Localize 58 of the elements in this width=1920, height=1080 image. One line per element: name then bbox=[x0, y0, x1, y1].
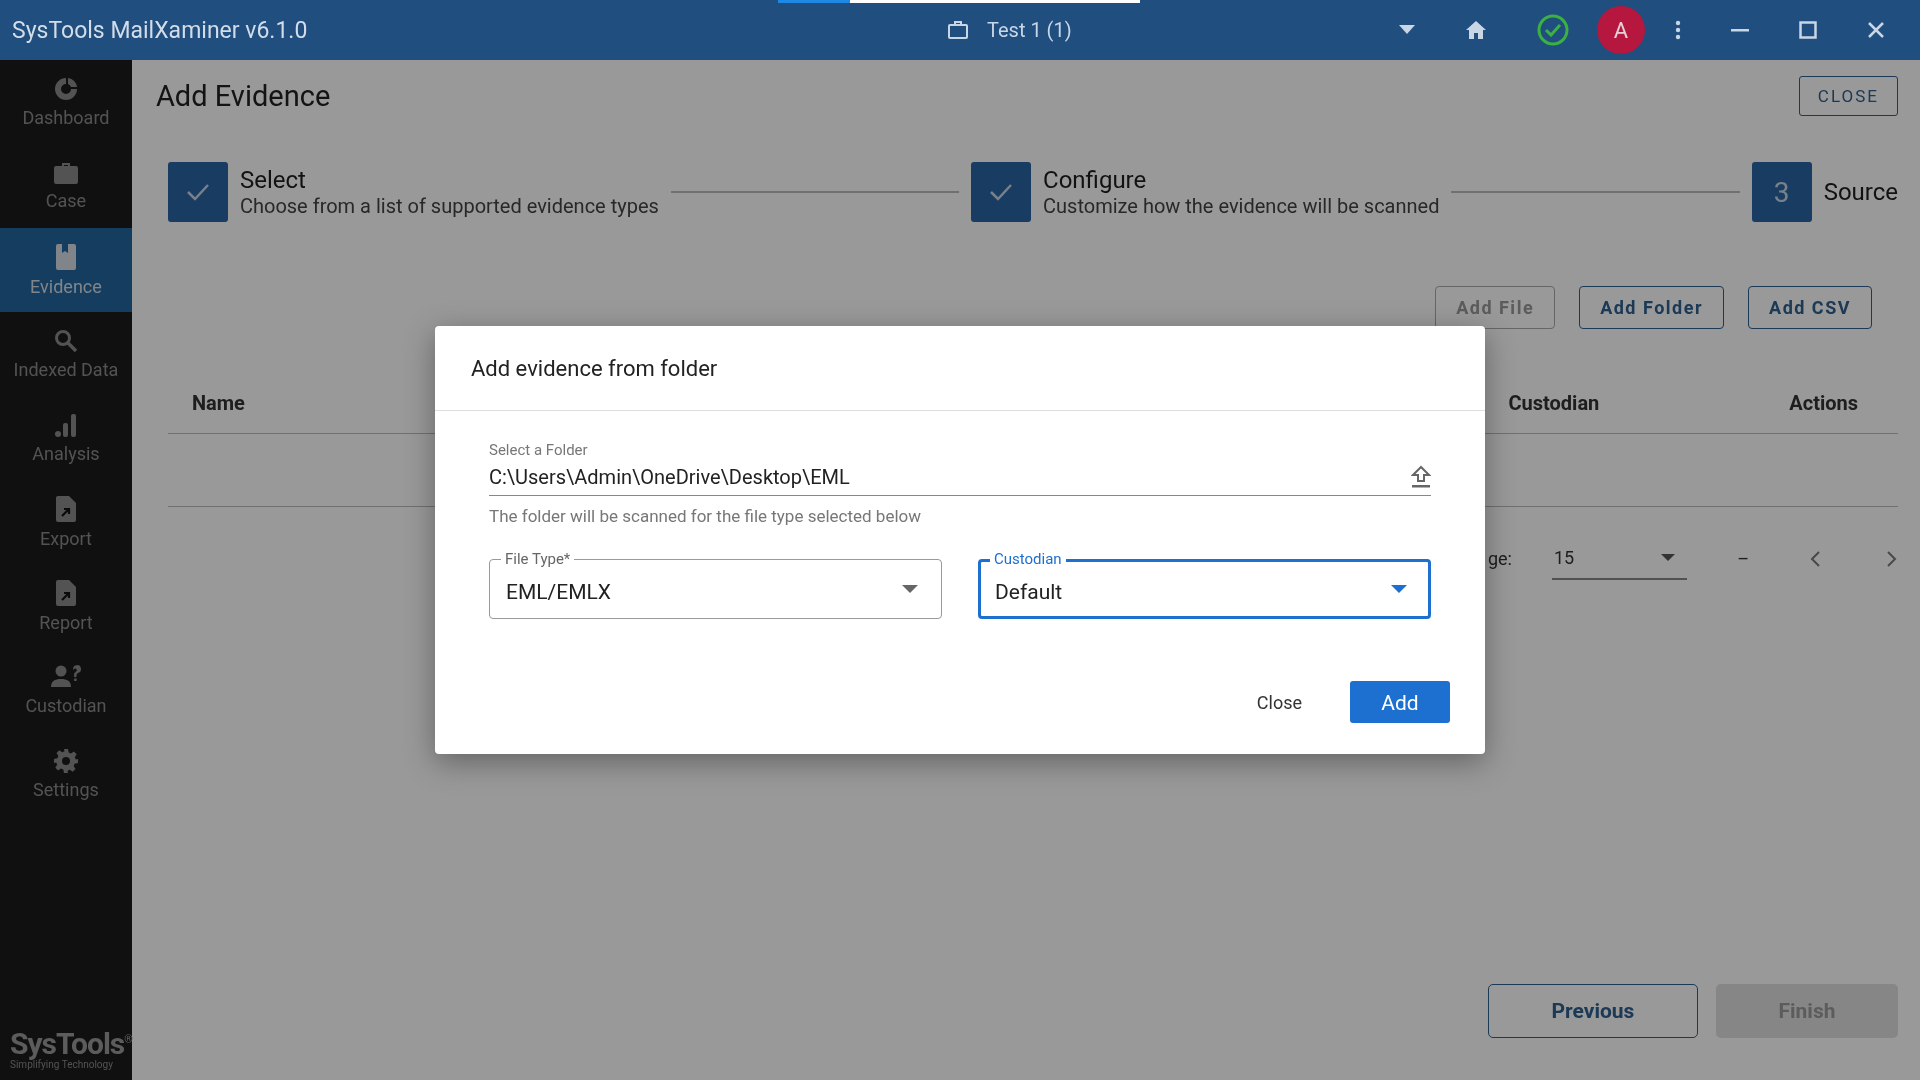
maximize-icon[interactable] bbox=[1799, 21, 1817, 39]
dropdown-icon bbox=[1391, 584, 1407, 594]
next-page-icon[interactable] bbox=[1886, 549, 1898, 568]
step-title: Configure bbox=[1043, 166, 1148, 194]
page-range: – bbox=[1737, 548, 1749, 569]
step-description: Choose from a list of supported evidence types bbox=[239, 194, 659, 218]
person-question-icon bbox=[50, 664, 81, 689]
field-hint: The folder will be scanned for the file type selected below bbox=[489, 506, 923, 526]
page-size-select[interactable]: 15 bbox=[1551, 547, 1688, 580]
step-title: Select bbox=[239, 166, 307, 194]
briefcase-icon bbox=[947, 20, 969, 40]
dropdown-icon bbox=[1661, 553, 1676, 562]
page-title: Add Evidence bbox=[155, 79, 331, 113]
sidebar-item[interactable]: Case bbox=[0, 144, 132, 228]
close-button[interactable]: Close bbox=[1238, 681, 1320, 723]
sidebar-item[interactable]: Dashboard bbox=[0, 60, 132, 144]
dialog-title: Add evidence from folder bbox=[471, 355, 718, 381]
bar-chart-icon bbox=[54, 412, 77, 437]
column-header: Actions bbox=[1789, 391, 1858, 415]
user-avatar[interactable]: A bbox=[1597, 6, 1645, 54]
sidebar-item[interactable]: Settings bbox=[0, 732, 132, 816]
add-button[interactable]: Add bbox=[1350, 681, 1450, 723]
column-header: Name bbox=[191, 391, 245, 415]
add-button[interactable]: Add Folder bbox=[1579, 286, 1725, 329]
step-title: Source bbox=[1823, 178, 1898, 206]
folder-field[interactable]: Select a Folder C:\Users\Admin\OneDrive\Desktop\EML bbox=[489, 441, 1431, 496]
sidebar-item[interactable]: Custodian bbox=[0, 648, 132, 732]
case-name[interactable]: Test 1 (1) bbox=[987, 18, 1072, 42]
donut-icon bbox=[53, 76, 78, 101]
more-icon[interactable] bbox=[1675, 20, 1681, 40]
dropdown-icon bbox=[902, 584, 918, 594]
wizard-button[interactable]: Previous bbox=[1488, 984, 1698, 1038]
search-icon bbox=[53, 328, 78, 353]
add-button[interactable]: Add CSV bbox=[1748, 286, 1872, 329]
file-arrow-icon bbox=[55, 579, 76, 606]
window-title: SysTools MailXaminer v6.1.0 bbox=[12, 16, 309, 44]
settings-icon bbox=[53, 748, 78, 773]
close-button[interactable]: CLOSE bbox=[1798, 76, 1898, 116]
close-icon[interactable] bbox=[1867, 21, 1885, 39]
minimize-icon[interactable] bbox=[1731, 28, 1749, 32]
sidebar-item[interactable]: Analysis bbox=[0, 396, 132, 480]
previous-page-icon[interactable] bbox=[1809, 549, 1821, 568]
sidebar-item[interactable]: Evidence bbox=[0, 228, 132, 312]
sidebar-item[interactable]: Report bbox=[0, 564, 132, 648]
file-arrow-icon bbox=[55, 495, 76, 522]
bookmark-book-icon bbox=[55, 243, 76, 270]
step-description: Customize how the evidence will be scanned bbox=[1043, 194, 1440, 218]
sidebar-item[interactable]: Indexed Data bbox=[0, 312, 132, 396]
sidebar-item[interactable]: Export bbox=[0, 480, 132, 564]
column-header: Custodian bbox=[1508, 391, 1600, 415]
dropdown-icon[interactable] bbox=[1399, 25, 1415, 35]
brand-logo: SysTools$^{®}$ bbox=[10, 1029, 132, 1059]
step-number: 3 bbox=[1751, 162, 1812, 222]
home-icon[interactable] bbox=[1465, 20, 1487, 40]
logo-tagline: Simplifying Technology bbox=[10, 1059, 113, 1070]
briefcase-icon bbox=[53, 161, 78, 184]
page-size-label: ge: bbox=[1487, 548, 1512, 569]
upload-icon[interactable] bbox=[1411, 465, 1431, 489]
